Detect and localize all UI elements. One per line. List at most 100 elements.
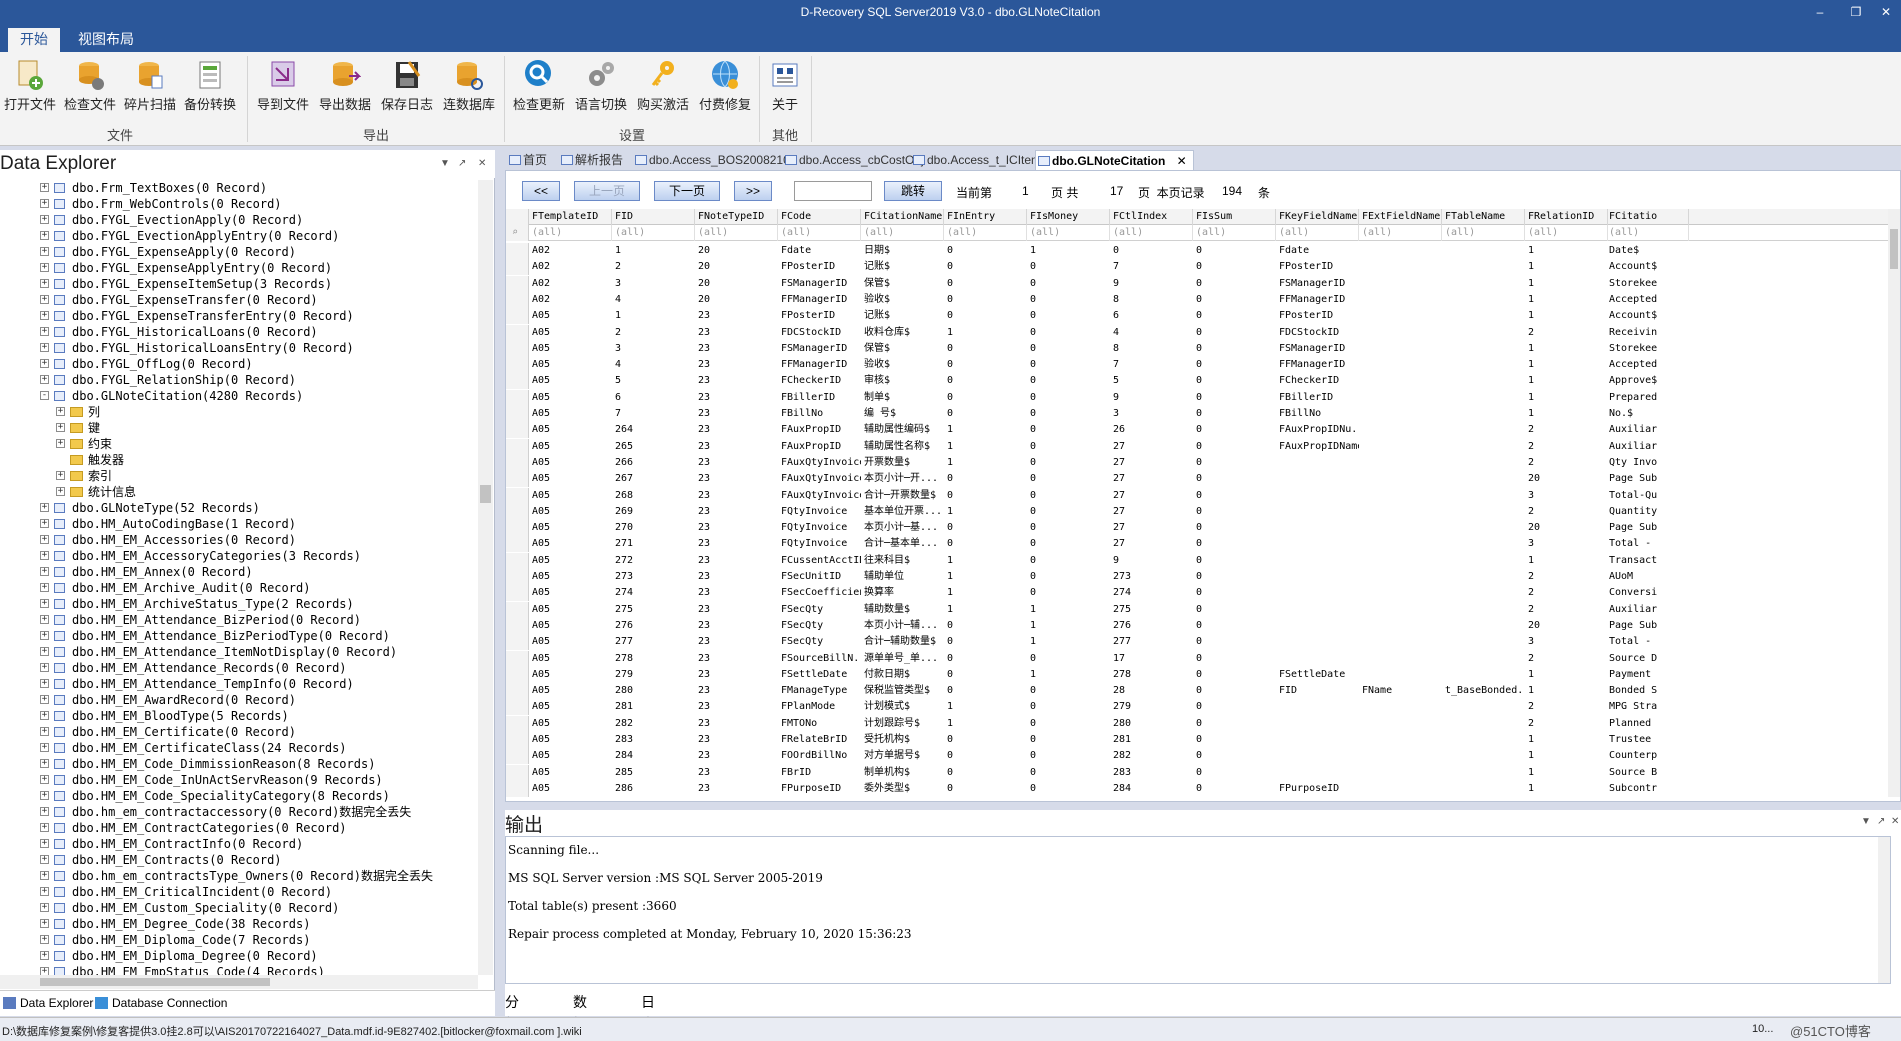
expand-icon[interactable]: +: [56, 487, 65, 496]
column-filter[interactable]: (all): [1442, 225, 1525, 241]
table-cell[interactable]: [1359, 357, 1442, 373]
table-cell[interactable]: 1: [944, 602, 1027, 618]
tree-vertical-scrollbar[interactable]: [478, 180, 493, 975]
table-cell[interactable]: 9: [1110, 276, 1193, 292]
table-row[interactable]: A05 282 23 FMTONo 计划跟踪号$ 1 0 280 0 2 Planned: [506, 715, 1888, 732]
table-cell[interactable]: 9: [1110, 390, 1193, 406]
tree-table-node[interactable]: + dbo.FYGL_ExpenseTransfer(0 Record): [0, 292, 480, 308]
table-cell[interactable]: [1359, 520, 1442, 536]
table-cell[interactable]: 273: [1110, 569, 1193, 585]
column-filter[interactable]: (all): [529, 225, 612, 241]
tree-table-node[interactable]: + dbo.HM_EM_Accessories(0 Record): [0, 532, 480, 548]
table-cell[interactable]: 0: [944, 406, 1027, 422]
column-header[interactable]: FNoteTypeID: [695, 209, 778, 225]
table-cell[interactable]: 0: [1193, 699, 1276, 715]
table-cell[interactable]: [1442, 553, 1525, 569]
tab-log[interactable]: 日志: [641, 992, 655, 1033]
table-cell[interactable]: 0: [1193, 471, 1276, 487]
table-cell[interactable]: FRelateBrID: [778, 732, 861, 748]
table-cell[interactable]: 本页小计─基...: [861, 520, 944, 536]
table-cell[interactable]: 0: [944, 765, 1027, 781]
table-cell[interactable]: A02: [529, 243, 612, 259]
table-cell[interactable]: FDCStockID: [1276, 325, 1359, 341]
table-cell[interactable]: 0: [944, 667, 1027, 683]
table-cell[interactable]: 0: [1193, 373, 1276, 389]
row-indicator[interactable]: [506, 340, 529, 357]
table-cell[interactable]: 23: [695, 422, 778, 438]
row-indicator[interactable]: [506, 389, 529, 406]
expand-icon[interactable]: +: [40, 375, 49, 384]
tree-table-node[interactable]: + dbo.hm_em_contractsType_Owners(0 Record…: [0, 868, 480, 884]
expand-icon[interactable]: +: [40, 839, 49, 848]
table-cell[interactable]: 284: [1110, 781, 1193, 797]
table-cell[interactable]: 0: [1193, 488, 1276, 504]
row-indicator[interactable]: [506, 617, 529, 634]
expand-icon[interactable]: +: [56, 407, 65, 416]
table-cell[interactable]: [1442, 439, 1525, 455]
tree-scroll-thumb[interactable]: [480, 485, 491, 503]
table-row[interactable]: A02 3 20 FSManagerID 保管$ 0 0 9 0 FSManagerID 1 Stor…: [506, 275, 1888, 292]
tree-table-node[interactable]: + dbo.HM_EM_AwardRecord(0 Record): [0, 692, 480, 708]
table-cell[interactable]: Approve$: [1606, 373, 1689, 389]
table-cell[interactable]: 0: [1193, 422, 1276, 438]
table-cell[interactable]: FSManagerID: [778, 341, 861, 357]
row-indicator[interactable]: [506, 259, 529, 276]
column-filter[interactable]: (all): [1276, 225, 1359, 241]
row-indicator[interactable]: [506, 552, 529, 569]
table-cell[interactable]: FSManagerID: [778, 276, 861, 292]
doc-tab[interactable]: dbo.Access_cbCostObj: [783, 150, 924, 170]
table-row[interactable]: A05 2 23 FDCStockID 收料仓库$ 1 0 4 0 FDCStockID 2 Rece…: [506, 324, 1888, 341]
table-row[interactable]: A0527423FSecCoefficient换算率1027402Convers…: [506, 585, 1888, 602]
table-cell[interactable]: FSourceBillN...: [778, 651, 861, 667]
table-cell[interactable]: 0: [1193, 618, 1276, 634]
table-cell[interactable]: 0: [1193, 716, 1276, 732]
tree-table-node[interactable]: + dbo.HM_EM_Diploma_Code(7 Records): [0, 932, 480, 948]
expand-icon[interactable]: +: [40, 295, 49, 304]
doc-tab[interactable]: 首页: [507, 150, 547, 170]
tree-table-node[interactable]: + dbo.HM_EM_Contracts(0 Record): [0, 852, 480, 868]
table-row[interactable]: A05 280 23 FManageType 保税监管类型$ 0 0 28 0 FID FName t…: [506, 683, 1888, 700]
tree-horizontal-scrollbar[interactable]: [0, 975, 478, 989]
tree-table-node[interactable]: + dbo.HM_EM_AccessoryCategories(3 Records…: [0, 548, 480, 564]
table-cell[interactable]: 记账$: [861, 308, 944, 324]
table-cell[interactable]: A05: [529, 471, 612, 487]
tree-table-node[interactable]: + dbo.HM_EM_CriticalIncident(0 Record): [0, 884, 480, 900]
table-cell[interactable]: A05: [529, 667, 612, 683]
table-cell[interactable]: [1359, 308, 1442, 324]
table-cell[interactable]: [1442, 308, 1525, 324]
table-cell[interactable]: 2: [612, 325, 695, 341]
backup-convert-button[interactable]: 备份转换: [182, 58, 238, 118]
table-cell[interactable]: FBillerID: [778, 390, 861, 406]
column-filter[interactable]: (all): [778, 225, 861, 241]
table-cell[interactable]: Total -: [1606, 634, 1689, 650]
expand-icon[interactable]: +: [40, 631, 49, 640]
table-cell[interactable]: Storekee: [1606, 341, 1689, 357]
table-cell[interactable]: 0: [944, 292, 1027, 308]
table-row[interactable]: A05 286 23 FPurposeID 委外类型$ 0 0 284 0 FPurposeID 1…: [506, 780, 1888, 797]
table-cell[interactable]: 3: [1525, 536, 1608, 552]
column-header[interactable]: FIsMoney: [1027, 209, 1110, 225]
table-cell[interactable]: [1359, 243, 1442, 259]
table-cell[interactable]: 283: [612, 732, 695, 748]
table-cell[interactable]: 0: [1193, 569, 1276, 585]
table-cell[interactable]: 制单$: [861, 390, 944, 406]
table-cell[interactable]: Page Sub: [1606, 520, 1689, 536]
tree-table-node[interactable]: + dbo.HM_EM_Code_InUnActServReason(9 Reco…: [0, 772, 480, 788]
table-cell[interactable]: 7: [612, 406, 695, 422]
table-cell[interactable]: FAuxQtyInvoice: [778, 488, 861, 504]
table-cell[interactable]: 1: [1525, 765, 1608, 781]
table-cell[interactable]: [1276, 618, 1359, 634]
table-cell[interactable]: 0: [1193, 276, 1276, 292]
table-cell[interactable]: FQtyInvoice: [778, 504, 861, 520]
table-cell[interactable]: 1: [1027, 618, 1110, 634]
tree-folder-node[interactable]: 触发器: [0, 452, 480, 468]
table-cell[interactable]: [1359, 504, 1442, 520]
table-cell[interactable]: 制单机构$: [861, 765, 944, 781]
table-cell[interactable]: 0: [1027, 699, 1110, 715]
table-cell[interactable]: 268: [612, 488, 695, 504]
tree-table-node[interactable]: + dbo.FYGL_ExpenseItemSetup(3 Records): [0, 276, 480, 292]
table-cell[interactable]: FPosterID: [778, 259, 861, 275]
table-cell[interactable]: 0: [1193, 651, 1276, 667]
tree-table-node[interactable]: + dbo.GLNoteType(52 Records): [0, 500, 480, 516]
table-cell[interactable]: [1442, 716, 1525, 732]
